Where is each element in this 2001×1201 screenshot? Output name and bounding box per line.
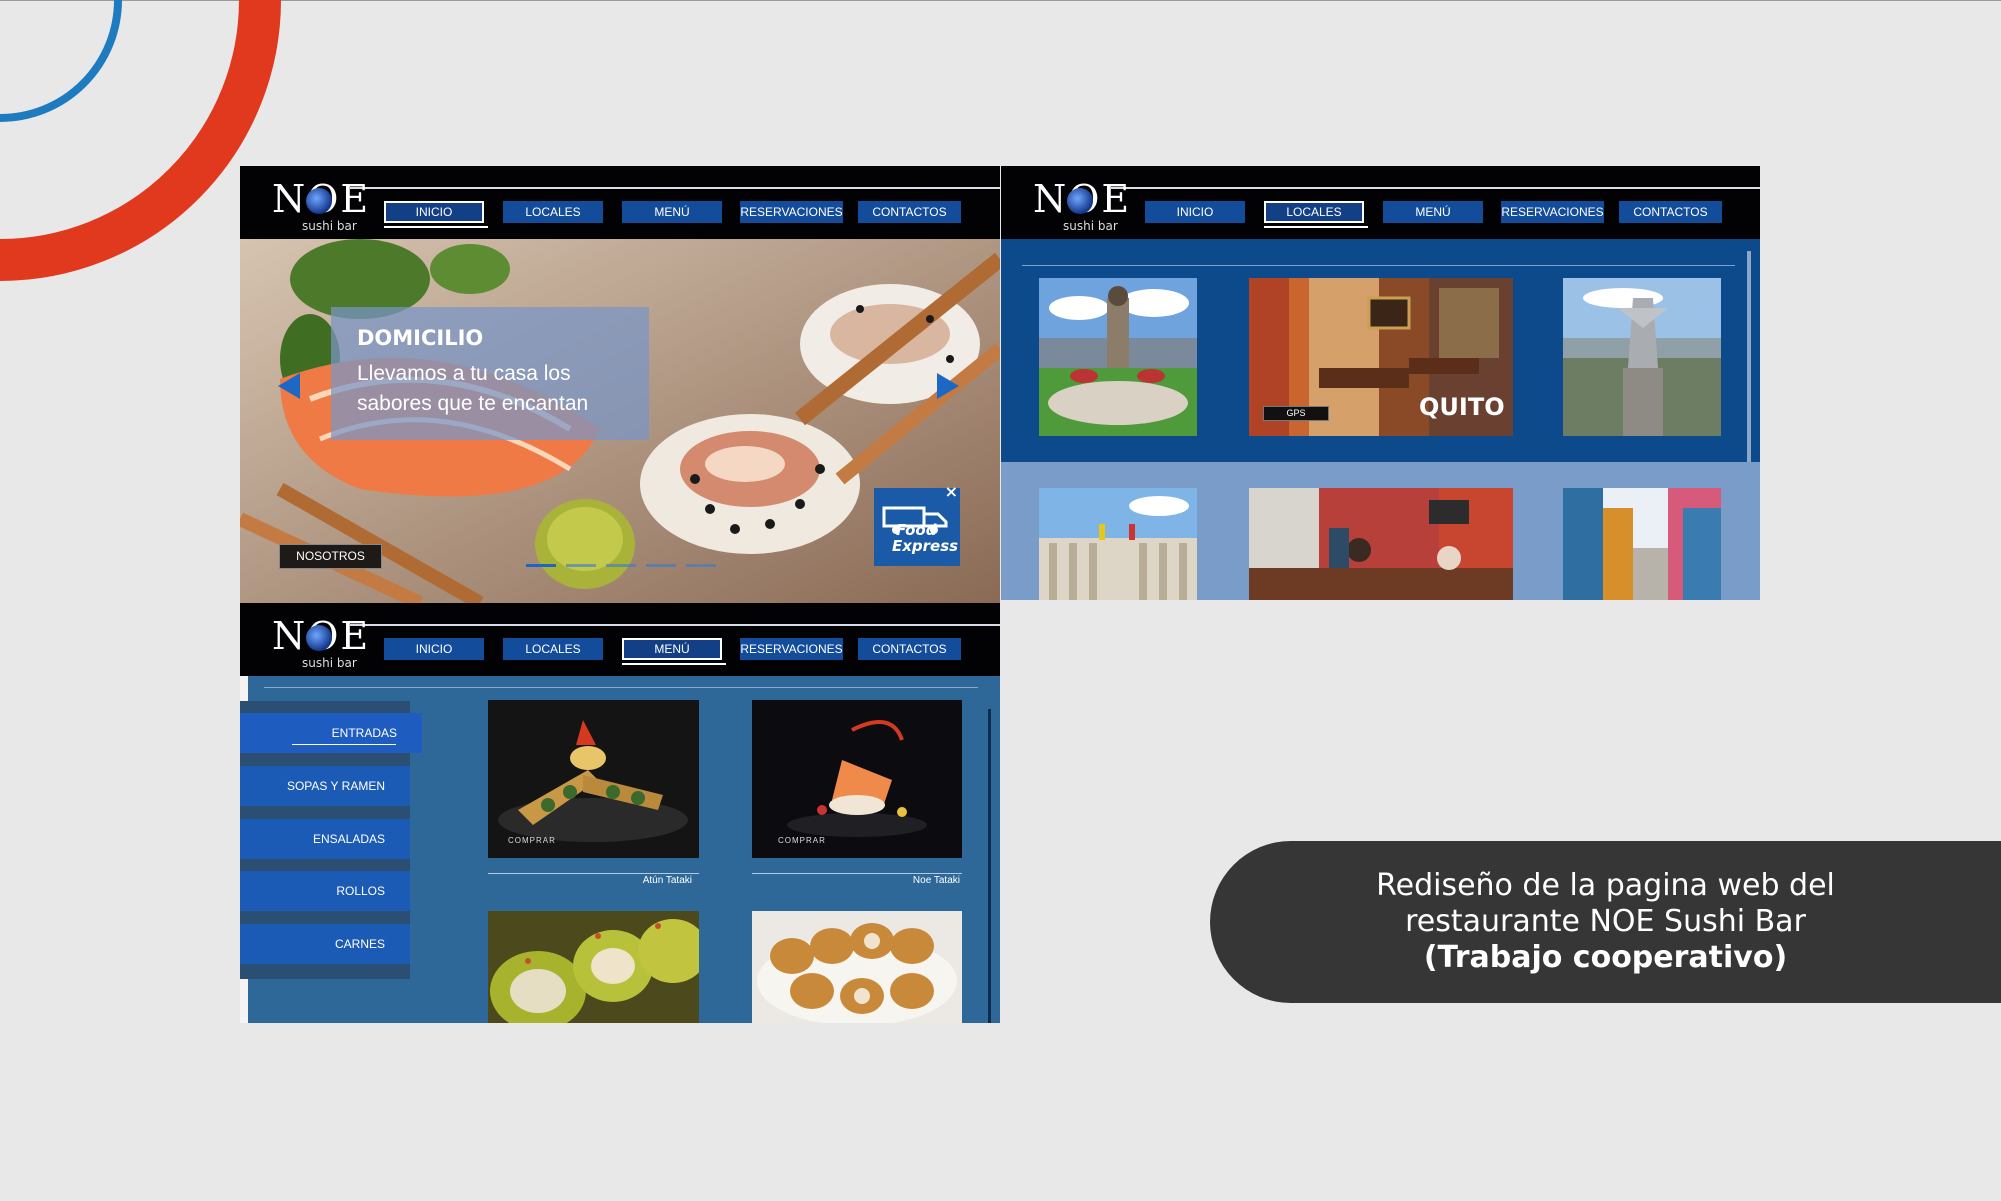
- chevron-left-icon[interactable]: [278, 373, 300, 399]
- slide-dot[interactable]: [526, 564, 556, 567]
- logo-orb-icon: [306, 188, 332, 214]
- category-sopas-y-ramen[interactable]: SOPAS Y RAMEN: [240, 766, 410, 806]
- logo-orb-icon: [306, 625, 332, 651]
- category-rollos[interactable]: ROLLOS: [240, 871, 410, 911]
- caption-line-3: (Trabajo cooperativo): [1423, 940, 1788, 975]
- header-rule: [350, 624, 1000, 626]
- scrollbar[interactable]: [988, 709, 991, 1023]
- nav-inicio[interactable]: INICIO: [384, 201, 488, 228]
- nav-contactos[interactable]: CONTACTOS: [1619, 201, 1722, 223]
- site-logo[interactable]: NOE sushi bar: [1033, 180, 1131, 233]
- virgen-del-panecillo-photo[interactable]: [1563, 278, 1721, 436]
- slide-dot[interactable]: [646, 564, 676, 567]
- close-icon[interactable]: ×: [945, 482, 958, 501]
- logo-subtitle: sushi bar: [302, 219, 357, 233]
- city-label: QUITO: [1419, 393, 1505, 421]
- category-entradas-underline: [292, 744, 396, 745]
- nav-reservaciones[interactable]: RESERVACIONES: [740, 638, 843, 660]
- home-page-mockup: NOE sushi bar INICIO LOCALES MENÚ RESERV…: [240, 166, 1000, 603]
- menu-page-mockup: NOE sushi bar INICIO LOCALES MENÚ RESERV…: [240, 603, 1000, 1023]
- nav-contactos[interactable]: CONTACTOS: [858, 638, 961, 660]
- dish-photo-fried-roll[interactable]: [752, 911, 962, 1023]
- header-rule: [350, 187, 1000, 189]
- slide-dot[interactable]: [686, 564, 716, 567]
- dish-photo-atun-tataki[interactable]: [488, 700, 699, 858]
- slide-dot[interactable]: [606, 564, 636, 567]
- category-carnes[interactable]: CARNES: [240, 924, 410, 964]
- logo-orb-icon: [1067, 188, 1093, 214]
- dining-room-photo[interactable]: [1249, 488, 1513, 600]
- dish-name: Noe Tataki: [912, 875, 960, 886]
- content-rule: [1022, 265, 1735, 266]
- slide-indicators[interactable]: [526, 564, 716, 567]
- logo-subtitle: sushi bar: [302, 656, 357, 670]
- nav-contactos[interactable]: CONTACTOS: [858, 201, 961, 223]
- dish-rule: [752, 873, 962, 874]
- slide-dot[interactable]: [566, 564, 596, 567]
- nav-locales[interactable]: LOCALES: [1264, 201, 1368, 228]
- site-logo[interactable]: NOE sushi bar: [272, 180, 370, 233]
- site-header: NOE sushi bar INICIO LOCALES MENÚ RESERV…: [240, 603, 1000, 676]
- scrollbar[interactable]: [1747, 251, 1751, 491]
- slide-text-line-1: Llevamos a tu casa los: [357, 362, 571, 385]
- site-header: NOE sushi bar INICIO LOCALES MENÚ RESERV…: [240, 166, 1000, 239]
- food-express-promo[interactable]: Food Express ×: [874, 482, 960, 566]
- slide-title: DOMICILIO: [357, 326, 484, 350]
- nav-reservaciones[interactable]: RESERVACIONES: [740, 201, 843, 223]
- nav-inicio[interactable]: INICIO: [1145, 201, 1245, 223]
- promo-title-2: Express: [892, 537, 959, 555]
- locales-page-mockup: NOE sushi bar INICIO LOCALES MENÚ RESERV…: [1001, 166, 1760, 600]
- site-header: NOE sushi bar INICIO LOCALES MENÚ RESERV…: [1001, 166, 1760, 239]
- project-caption: Rediseño de la pagina web del restaurant…: [1210, 841, 2001, 1003]
- header-rule: [1111, 187, 1760, 189]
- nav-menu[interactable]: MENÚ: [622, 638, 726, 665]
- category-ensaladas[interactable]: ENSALADAS: [240, 819, 410, 859]
- nav-locales[interactable]: LOCALES: [503, 201, 603, 223]
- hemiciclo-photo[interactable]: [1039, 488, 1197, 600]
- dish-rule: [488, 873, 699, 874]
- chevron-right-icon[interactable]: [937, 373, 959, 399]
- dish-photo-noe-tataki[interactable]: [752, 700, 962, 858]
- nav-reservaciones[interactable]: RESERVACIONES: [1501, 201, 1604, 223]
- caption-line-1: Rediseño de la pagina web del: [1376, 868, 1835, 903]
- category-entradas[interactable]: ENTRADAS: [240, 713, 422, 753]
- buy-button[interactable]: COMPRAR: [778, 836, 826, 845]
- nav-menu[interactable]: MENÚ: [622, 201, 722, 223]
- nav-inicio[interactable]: INICIO: [384, 638, 484, 660]
- slide-text-line-2: sabores que te encantan: [357, 392, 589, 415]
- nav-menu[interactable]: MENÚ: [1383, 201, 1483, 223]
- content-rule: [264, 687, 978, 688]
- nav-locales[interactable]: LOCALES: [503, 638, 603, 660]
- site-logo[interactable]: NOE sushi bar: [272, 617, 370, 670]
- dish-photo-avocado-roll[interactable]: [488, 911, 699, 1023]
- gps-button[interactable]: GPS: [1263, 406, 1329, 421]
- mitad-del-mundo-photo[interactable]: [1039, 278, 1197, 436]
- logo-subtitle: sushi bar: [1063, 219, 1118, 233]
- colonial-street-photo[interactable]: [1563, 488, 1721, 600]
- buy-button[interactable]: COMPRAR: [508, 836, 556, 845]
- dish-name: Atún Tataki: [642, 875, 692, 886]
- caption-line-2: restaurante NOE Sushi Bar: [1405, 904, 1806, 939]
- nosotros-button[interactable]: NOSOTROS: [279, 544, 382, 569]
